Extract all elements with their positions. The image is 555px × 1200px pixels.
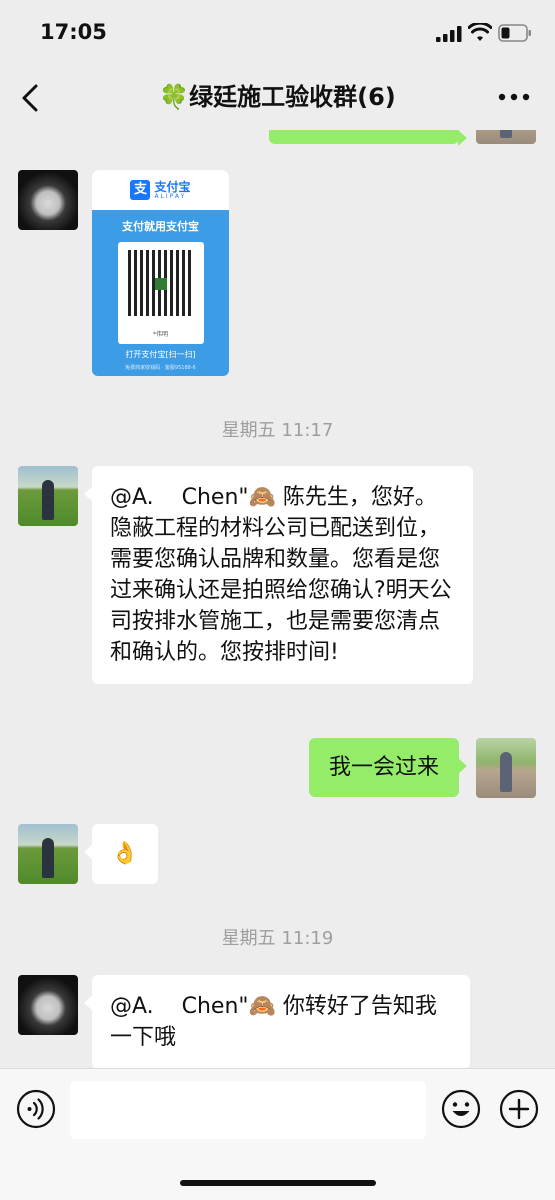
status-time: 17:05 bbox=[40, 20, 107, 44]
battery-icon bbox=[498, 24, 531, 42]
alipay-slogan: 支付就用支付宝 bbox=[122, 220, 199, 233]
message-bubble[interactable]: @A. Chen"🙈 陈先生，您好。隐蔽工程的材料公司已配送到位，需要您确认品牌… bbox=[84, 466, 473, 684]
back-arrow-icon[interactable] bbox=[14, 80, 50, 116]
timestamp: 星期五 11:17 bbox=[221, 420, 334, 441]
previous-message-bubble[interactable] bbox=[269, 130, 467, 146]
chat-title: 🍀绿廷施工验收群(6) bbox=[159, 83, 396, 111]
avatar[interactable] bbox=[476, 130, 536, 144]
message-bubble[interactable]: 我一会过来 bbox=[308, 738, 468, 797]
wifi-icon bbox=[468, 23, 492, 41]
qr-logo bbox=[154, 278, 167, 290]
message-bubble[interactable]: @A. Chen"🙈 你转好了告知我一下哦 bbox=[84, 975, 470, 1068]
alipay-header: 支 支付宝 ALIPAY bbox=[92, 170, 229, 210]
alipay-qr-card[interactable]: 支 支付宝 ALIPAY 支付就用支付宝 *伟明 打开支付宝[扫一扫] 免费商家… bbox=[92, 170, 229, 376]
more-dots-icon[interactable] bbox=[494, 82, 534, 112]
alipay-brand: 支付宝 bbox=[154, 179, 191, 194]
alipay-brand-en: ALIPAY bbox=[154, 192, 187, 200]
avatar[interactable] bbox=[476, 738, 536, 798]
avatar[interactable] bbox=[18, 170, 78, 230]
avatar[interactable] bbox=[18, 466, 78, 526]
home-indicator bbox=[180, 1180, 376, 1186]
avatar[interactable] bbox=[18, 824, 78, 884]
plus-icon[interactable] bbox=[499, 1089, 539, 1129]
nav-bar: 🍀绿廷施工验收群(6) bbox=[0, 64, 555, 130]
alipay-open-text: 打开支付宝[扫一扫] bbox=[125, 350, 196, 359]
emoji-icon[interactable] bbox=[441, 1089, 481, 1129]
alipay-logo-icon: 支 bbox=[130, 180, 151, 200]
alipay-footer-text: 免费商家收钱码 · 客服95188-6 bbox=[125, 365, 196, 371]
chat-area[interactable]: 支 支付宝 ALIPAY 支付就用支付宝 *伟明 打开支付宝[扫一扫] 免费商家… bbox=[0, 130, 555, 1068]
message-input[interactable] bbox=[70, 1081, 426, 1139]
message-bubble[interactable]: 👌 bbox=[84, 824, 158, 884]
qr-caption: *伟明 bbox=[152, 331, 168, 338]
avatar[interactable] bbox=[18, 975, 78, 1035]
voice-icon[interactable] bbox=[16, 1089, 56, 1129]
status-bar: 17:05 bbox=[0, 0, 555, 64]
timestamp: 星期五 11:19 bbox=[221, 928, 334, 949]
qr-box: *伟明 bbox=[117, 242, 204, 344]
signal-icon bbox=[436, 26, 462, 42]
